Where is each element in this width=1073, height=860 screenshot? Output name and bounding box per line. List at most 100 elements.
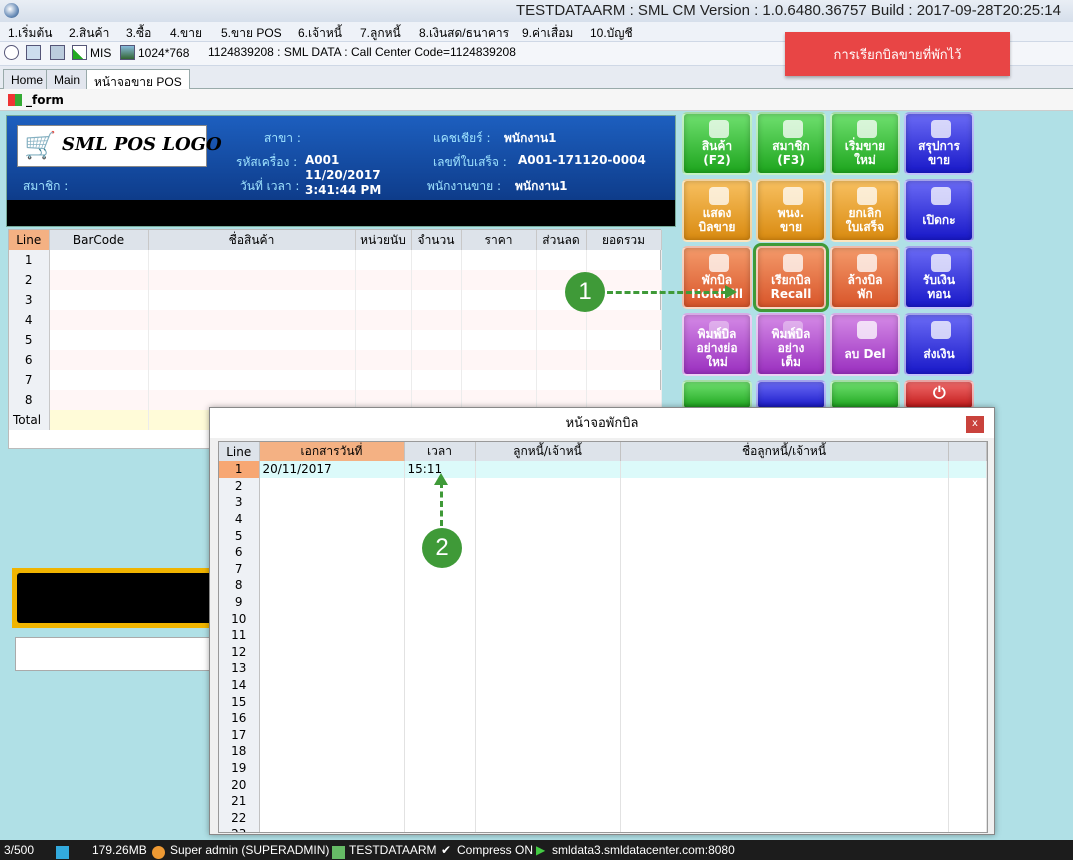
held-bill-row[interactable]: 6 — [219, 543, 987, 561]
menu-item-accounting[interactable]: 10.บัญชี — [590, 24, 633, 43]
sales-cell[interactable] — [148, 350, 356, 370]
menu-item-sales[interactable]: 4.ขาย — [170, 24, 202, 43]
held-row-name[interactable] — [620, 759, 949, 777]
held-row-code[interactable] — [475, 709, 621, 727]
sales-cell[interactable] — [411, 310, 462, 330]
sales-cell[interactable] — [49, 250, 149, 270]
held-row-date[interactable] — [259, 776, 405, 793]
sales-row[interactable]: 3 — [9, 290, 662, 310]
held-row-date[interactable] — [259, 826, 405, 832]
held-row-date[interactable] — [259, 510, 405, 528]
held-row-code[interactable] — [475, 759, 621, 777]
extra-button-2[interactable] — [756, 380, 826, 410]
sales-cell[interactable] — [355, 330, 412, 350]
sales-cell[interactable] — [148, 250, 356, 270]
sales-cell[interactable] — [586, 370, 662, 390]
menu-item-cash-bank[interactable]: 8.เงินสด/ธนาคาร — [419, 24, 509, 43]
extra-button-1[interactable] — [682, 380, 752, 410]
col-unit[interactable]: หน่วยนับ — [355, 230, 412, 250]
sales-row[interactable]: 5 — [9, 330, 662, 350]
show-bill-button[interactable]: แสดง บิลขาย — [682, 179, 752, 242]
held-row-time[interactable] — [404, 593, 476, 611]
menu-item-debtors[interactable]: 7.ลูกหนี้ — [360, 24, 401, 43]
held-row-name[interactable] — [620, 776, 949, 793]
sales-row[interactable]: 6 — [9, 350, 662, 370]
held-bill-row[interactable]: 22 — [219, 809, 987, 827]
close-icon[interactable]: x — [966, 416, 984, 433]
sales-cell[interactable] — [536, 250, 587, 270]
held-bill-row[interactable]: 9 — [219, 593, 987, 611]
held-row-name[interactable] — [620, 709, 949, 727]
dcol-doc-date[interactable]: เอกสารวันที่ — [259, 442, 405, 461]
new-sale-button[interactable]: เริ่มขาย ใหม่ — [830, 112, 900, 175]
col-price[interactable]: ราคา — [461, 230, 537, 250]
held-row-date[interactable] — [259, 610, 405, 627]
sales-cell[interactable] — [148, 270, 356, 290]
sales-cell[interactable] — [461, 350, 537, 370]
sales-row[interactable]: 7 — [9, 370, 662, 390]
held-row-code[interactable] — [475, 543, 621, 561]
sales-cell[interactable] — [148, 330, 356, 350]
held-bill-row[interactable]: 3 — [219, 494, 987, 511]
held-row-date[interactable] — [259, 743, 405, 760]
held-row-code[interactable] — [475, 726, 621, 744]
held-row-date[interactable] — [259, 577, 405, 594]
sales-cell[interactable] — [411, 370, 462, 390]
sales-cell[interactable] — [461, 270, 537, 290]
held-row-date[interactable] — [259, 759, 405, 777]
sales-cell[interactable] — [355, 250, 412, 270]
held-row-name[interactable] — [620, 693, 949, 710]
held-bill-row[interactable]: 18 — [219, 743, 987, 760]
held-row-time[interactable] — [404, 676, 476, 694]
held-row-date[interactable] — [259, 560, 405, 578]
sales-cell[interactable] — [411, 330, 462, 350]
held-row-code[interactable] — [475, 577, 621, 594]
held-row-name[interactable] — [620, 676, 949, 694]
held-row-date[interactable] — [259, 494, 405, 511]
held-bill-row[interactable]: 14 — [219, 676, 987, 694]
calculator-icon[interactable] — [50, 45, 68, 60]
held-row-time[interactable] — [404, 709, 476, 727]
held-row-name[interactable] — [620, 610, 949, 627]
tab-main[interactable]: Main — [46, 69, 89, 89]
held-row-date[interactable] — [259, 477, 405, 495]
menu-item-products[interactable]: 2.สินค้า — [69, 24, 109, 43]
menu-item-pos[interactable]: 5.ขาย POS — [221, 24, 282, 43]
sales-cell[interactable] — [355, 350, 412, 370]
sales-staff-button[interactable]: พนง. ขาย — [756, 179, 826, 242]
held-bill-grid[interactable]: Line เอกสารวันที่ เวลา ลูกหนี้/เจ้าหนี้ … — [218, 441, 988, 833]
held-row-name[interactable] — [620, 477, 949, 495]
held-row-code[interactable] — [475, 626, 621, 644]
app-icon[interactable] — [4, 3, 19, 18]
resolution-button[interactable]: 1024*768 — [120, 45, 189, 60]
held-bill-row[interactable]: 21 — [219, 792, 987, 810]
sales-cell[interactable] — [355, 310, 412, 330]
held-row-code[interactable] — [475, 593, 621, 611]
sales-cell[interactable] — [536, 330, 587, 350]
tab-pos-screen[interactable]: หน้าจอขาย POS — [86, 69, 190, 90]
held-row-name[interactable] — [620, 461, 949, 478]
held-bill-row[interactable]: 23 — [219, 826, 987, 832]
sales-cell[interactable] — [411, 350, 462, 370]
held-row-time[interactable] — [404, 759, 476, 777]
held-row-time[interactable] — [404, 626, 476, 644]
held-bill-row[interactable]: 8 — [219, 577, 987, 594]
held-row-name[interactable] — [620, 826, 949, 832]
held-row-date[interactable] — [259, 693, 405, 710]
sales-cell[interactable] — [355, 370, 412, 390]
held-bill-row[interactable]: 10 — [219, 610, 987, 627]
held-row-code[interactable] — [475, 826, 621, 832]
held-bill-row[interactable]: 13 — [219, 660, 987, 677]
col-barcode[interactable]: BarCode — [49, 230, 149, 250]
clock-icon[interactable] — [4, 45, 22, 60]
held-bill-row[interactable]: 5 — [219, 527, 987, 544]
col-amount[interactable]: ยอดรวม — [586, 230, 662, 250]
held-row-code[interactable] — [475, 776, 621, 793]
sales-cell[interactable] — [411, 270, 462, 290]
window-icon[interactable] — [26, 45, 44, 60]
held-row-date[interactable] — [259, 593, 405, 611]
held-row-time[interactable] — [404, 726, 476, 744]
member-f3-button[interactable]: สมาชิก (F3) — [756, 112, 826, 175]
sales-cell[interactable] — [536, 370, 587, 390]
mis-button[interactable]: MIS — [72, 45, 111, 60]
